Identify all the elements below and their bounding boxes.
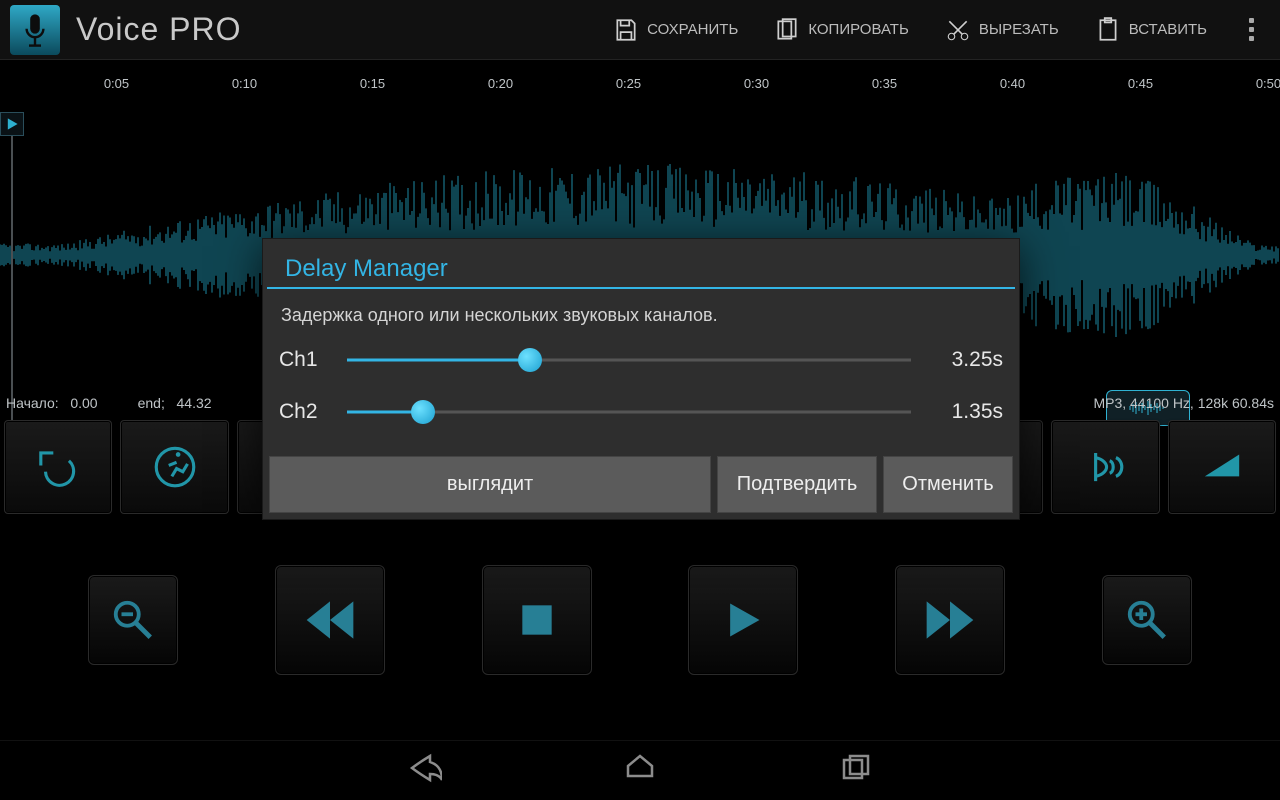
preview-button[interactable]: выглядит — [269, 456, 711, 513]
save-label: СОХРАНИТЬ — [647, 21, 738, 38]
stop-icon — [515, 598, 559, 642]
ruler-tick: 0:05 — [104, 76, 129, 91]
nav-recent[interactable] — [838, 750, 874, 791]
nav-back[interactable] — [406, 750, 442, 791]
delay-manager-dialog: Delay Manager Задержка одного или нескол… — [262, 238, 1020, 520]
transport-controls — [0, 560, 1280, 680]
app-logo — [10, 5, 60, 55]
ruler-tick: 0:40 — [1000, 76, 1025, 91]
playhead-start[interactable] — [0, 112, 24, 136]
ruler-tick: 0:30 — [744, 76, 769, 91]
ruler-tick: 0:15 — [360, 76, 385, 91]
copy-icon — [774, 17, 800, 43]
undo-button[interactable] — [4, 420, 112, 514]
fade-icon — [1197, 442, 1247, 492]
home-icon — [622, 750, 658, 786]
speed-button[interactable] — [120, 420, 228, 514]
dialog-description: Задержка одного или нескольких звуковых … — [263, 295, 1019, 334]
ch1-slider[interactable] — [347, 348, 911, 372]
cut-button[interactable]: ВЫРЕЗАТЬ — [945, 17, 1059, 43]
end-label: end; — [138, 395, 165, 411]
rewind-button[interactable] — [275, 565, 385, 675]
channel-label: Ch2 — [279, 400, 335, 424]
paste-label: ВСТАВИТЬ — [1129, 21, 1207, 38]
end-value: 44.32 — [177, 395, 212, 411]
ruler-tick: 0:50 — [1256, 76, 1280, 91]
slider-row-ch1: Ch1 3.25s — [263, 334, 1019, 386]
voice-button[interactable] — [1051, 420, 1159, 514]
ch2-slider[interactable] — [347, 400, 911, 424]
slider-row-ch2: Ch2 1.35s — [263, 386, 1019, 438]
copy-button[interactable]: КОПИРОВАТЬ — [774, 17, 909, 43]
format-info: MP3, 44100 Hz, 128k 60.84s — [1093, 395, 1274, 415]
channel-label: Ch1 — [279, 348, 335, 372]
dialog-title: Delay Manager — [267, 239, 1015, 289]
nav-home[interactable] — [622, 750, 658, 791]
running-man-icon — [150, 442, 200, 492]
save-button[interactable]: СОХРАНИТЬ — [613, 17, 738, 43]
voice-icon — [1080, 442, 1130, 492]
play-button[interactable] — [688, 565, 798, 675]
forward-button[interactable] — [895, 565, 1005, 675]
toolbar-actions: СОХРАНИТЬ КОПИРОВАТЬ ВЫРЕЗАТЬ ВСТАВИТЬ — [613, 17, 1270, 43]
zoom-in-button[interactable] — [1102, 575, 1192, 665]
stop-button[interactable] — [482, 565, 592, 675]
ruler-tick: 0:20 — [488, 76, 513, 91]
cut-icon — [945, 17, 971, 43]
time-ruler: 0:05 0:10 0:15 0:20 0:25 0:30 0:35 0:40 … — [0, 76, 1280, 100]
start-value: 0.00 — [70, 395, 97, 411]
rewind-icon — [302, 592, 358, 648]
start-label: Начало: — [6, 395, 59, 411]
system-navbar — [0, 740, 1280, 800]
zoom-out-button[interactable] — [88, 575, 178, 665]
overflow-menu[interactable] — [1243, 18, 1260, 41]
cut-label: ВЫРЕЗАТЬ — [979, 21, 1059, 38]
ruler-tick: 0:45 — [1128, 76, 1153, 91]
fade-button[interactable] — [1168, 420, 1276, 514]
copy-label: КОПИРОВАТЬ — [808, 21, 909, 38]
play-icon — [5, 117, 19, 131]
confirm-button[interactable]: Подтвердить — [717, 456, 877, 513]
top-bar: Voice PRO СОХРАНИТЬ КОПИРОВАТЬ ВЫРЕЗАТЬ … — [0, 0, 1280, 60]
ruler-tick: 0:35 — [872, 76, 897, 91]
dialog-actions: выглядит Подтвердить Отменить — [263, 438, 1019, 515]
zoom-out-icon — [110, 597, 156, 643]
back-icon — [406, 750, 442, 786]
ruler-tick: 0:25 — [616, 76, 641, 91]
undo-icon — [33, 442, 83, 492]
app-title: Voice PRO — [76, 11, 242, 48]
save-icon — [613, 17, 639, 43]
recent-icon — [838, 750, 874, 786]
ch1-value: 3.25s — [923, 348, 1003, 372]
paste-button[interactable]: ВСТАВИТЬ — [1095, 17, 1207, 43]
paste-icon — [1095, 17, 1121, 43]
zoom-in-icon — [1124, 597, 1170, 643]
forward-icon — [922, 592, 978, 648]
cancel-button[interactable]: Отменить — [883, 456, 1013, 513]
play-icon — [721, 598, 765, 642]
ch2-value: 1.35s — [923, 400, 1003, 424]
ruler-tick: 0:10 — [232, 76, 257, 91]
